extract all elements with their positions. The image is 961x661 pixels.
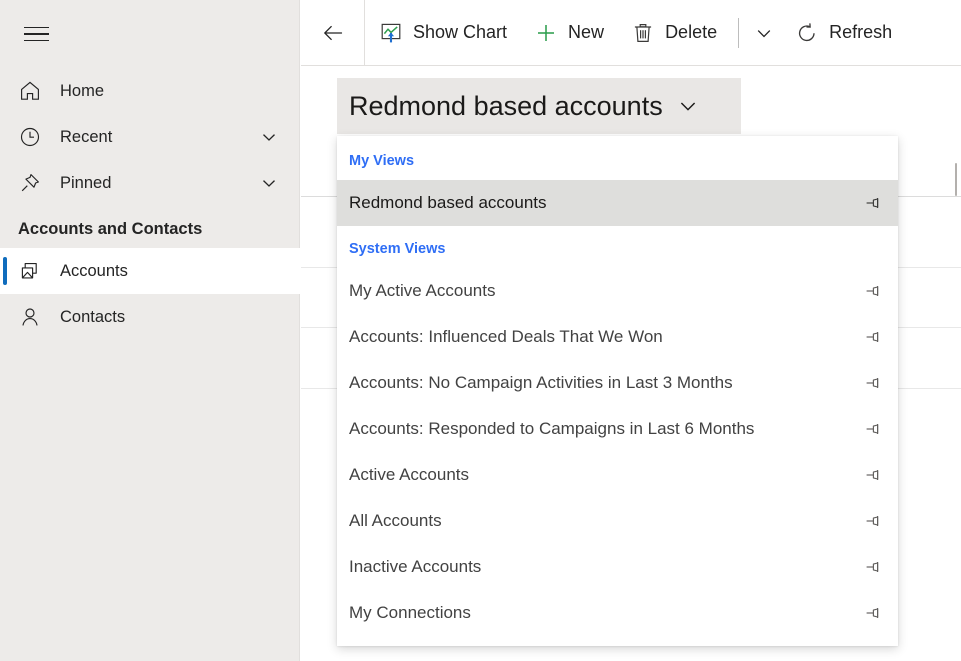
app-root: Home Recent Pinned Accounts and Contacts…	[0, 0, 961, 661]
hamburger-bar	[23, 33, 49, 35]
home-icon	[18, 78, 48, 104]
dropdown-item-label: All Accounts	[349, 511, 442, 530]
sidebar-item-label: Pinned	[60, 173, 112, 192]
delete-button[interactable]: Delete	[617, 0, 730, 65]
clock-icon	[18, 124, 48, 150]
hamburger-bar	[23, 26, 49, 29]
chevron-down-icon[interactable]	[260, 174, 278, 192]
pin-icon	[18, 170, 48, 196]
dropdown-item-accounts-responded-to-campaigns-in-last-6-months[interactable]: Accounts: Responded to Campaigns in Last…	[337, 406, 898, 452]
back-button[interactable]	[301, 0, 365, 65]
show-chart-button[interactable]: Show Chart	[365, 0, 520, 65]
new-label: New	[568, 22, 605, 42]
refresh-label: Refresh	[829, 22, 893, 42]
sidebar-item-label: Recent	[60, 127, 113, 146]
dropdown-item-all-accounts[interactable]: All Accounts	[337, 498, 898, 544]
new-button[interactable]: New	[520, 0, 617, 65]
dropdown-item-label: Accounts: Influenced Deals That We Won	[349, 327, 663, 346]
view-selector-title: Redmond based accounts	[349, 90, 663, 121]
arrow-left-icon	[320, 20, 346, 46]
dropdown-section-header-system-views: System Views	[349, 241, 446, 257]
chevron-down-icon	[754, 23, 774, 43]
vertical-scrollbar-thumb[interactable]	[955, 163, 957, 196]
dropdown-item-redmond-based-accounts[interactable]: Redmond based accounts	[337, 180, 898, 226]
sidebar-nav: Home Recent Pinned Accounts and Contacts…	[0, 68, 300, 340]
view-selector-dropdown: My Views Redmond based accounts System V…	[337, 136, 898, 646]
dropdown-item-label: Redmond based accounts	[349, 193, 547, 212]
pin-icon[interactable]	[864, 419, 884, 439]
toolbar-overflow-button[interactable]	[747, 0, 781, 65]
dropdown-item-label: Active Accounts	[349, 465, 470, 484]
sidebar-group-header: Accounts and Contacts	[18, 220, 203, 238]
pin-icon[interactable]	[864, 465, 884, 485]
refresh-button[interactable]: Refresh	[781, 0, 905, 65]
pin-icon[interactable]	[864, 281, 884, 301]
sidebar-item-label: Accounts	[60, 261, 128, 280]
sidebar-item-label: Home	[60, 81, 105, 100]
sidebar-item-label: Contacts	[60, 307, 126, 326]
dropdown-item-inactive-accounts[interactable]: Inactive Accounts	[337, 544, 898, 590]
accounts-icon	[18, 258, 48, 284]
dropdown-item-label: Accounts: Responded to Campaigns in Last…	[349, 419, 755, 438]
dropdown-item-label: Inactive Accounts	[349, 557, 482, 576]
hamburger-bar	[23, 39, 49, 42]
pin-icon[interactable]	[864, 557, 884, 577]
pin-icon[interactable]	[864, 511, 884, 531]
dropdown-item-label: My Connections	[349, 603, 471, 622]
pin-icon[interactable]	[864, 327, 884, 347]
dropdown-item-my-active-accounts[interactable]: My Active Accounts	[337, 268, 898, 314]
dropdown-item-accounts-influenced-deals-that-we-won[interactable]: Accounts: Influenced Deals That We Won	[337, 314, 898, 360]
sidebar-item-recent[interactable]: Recent	[0, 114, 300, 160]
command-toolbar: Show Chart New Delete Refresh	[301, 0, 961, 66]
dropdown-item-my-connections[interactable]: My Connections	[337, 590, 898, 636]
pin-icon[interactable]	[864, 193, 884, 213]
dropdown-item-accounts-no-campaign-activities-in-last-3-months[interactable]: Accounts: No Campaign Activities in Last…	[337, 360, 898, 406]
dropdown-item-label: Accounts: No Campaign Activities in Last…	[349, 373, 733, 392]
toolbar-separator	[738, 17, 740, 48]
delete-label: Delete	[665, 22, 718, 42]
refresh-icon	[794, 20, 820, 46]
plus-icon	[533, 20, 559, 46]
chevron-down-icon	[677, 95, 699, 117]
dropdown-item-label: My Active Accounts	[349, 281, 496, 300]
pin-icon[interactable]	[864, 603, 884, 623]
dropdown-item-active-accounts[interactable]: Active Accounts	[337, 452, 898, 498]
chevron-down-icon[interactable]	[260, 128, 278, 146]
pin-icon[interactable]	[864, 373, 884, 393]
show-chart-label: Show Chart	[413, 22, 508, 42]
sidebar: Home Recent Pinned Accounts and Contacts…	[0, 0, 300, 661]
sidebar-item-contacts[interactable]: Contacts	[0, 294, 300, 340]
sidebar-item-pinned[interactable]: Pinned	[0, 160, 300, 206]
sidebar-item-accounts[interactable]: Accounts	[0, 248, 300, 294]
person-icon	[18, 304, 48, 330]
dropdown-section-header-my-views: My Views	[349, 153, 415, 169]
selection-indicator	[3, 257, 7, 285]
trash-icon	[630, 20, 656, 46]
sidebar-item-home[interactable]: Home	[0, 68, 300, 114]
view-selector-button[interactable]: Redmond based accounts	[337, 78, 741, 134]
show-chart-icon	[378, 20, 404, 46]
hamburger-icon[interactable]	[18, 16, 54, 52]
